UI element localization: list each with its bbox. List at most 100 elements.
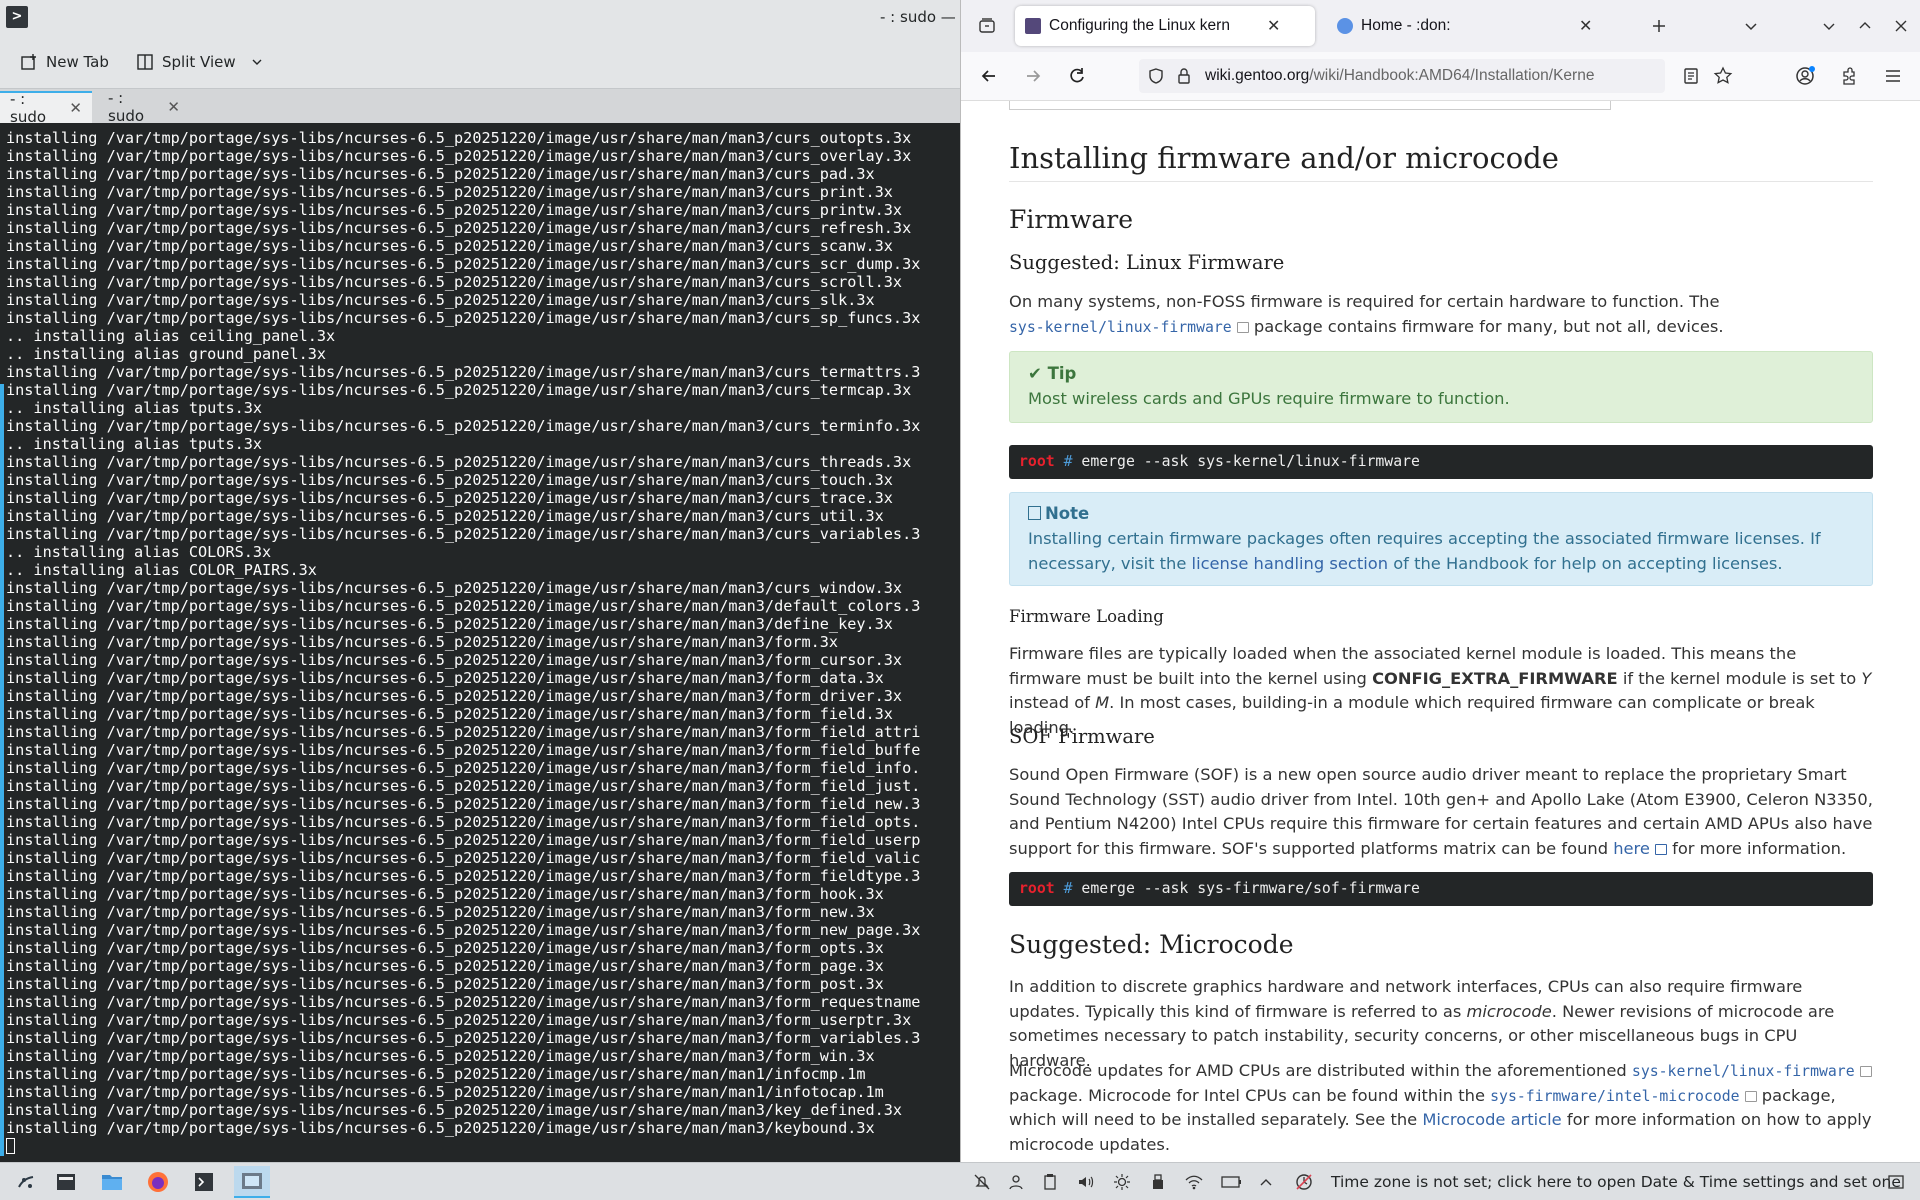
terminal-line: installing /var/tmp/portage/sys-libs/ncu… bbox=[6, 1029, 921, 1047]
hamburger-menu-icon[interactable] bbox=[1879, 62, 1907, 90]
here-link[interactable]: here bbox=[1613, 839, 1650, 858]
brightness-icon[interactable] bbox=[1108, 1168, 1136, 1196]
list-tabs-icon[interactable] bbox=[1737, 12, 1765, 40]
battery-icon[interactable] bbox=[1218, 1168, 1246, 1196]
terminal-output[interactable]: installing /var/tmp/portage/sys-libs/ncu… bbox=[0, 124, 960, 1162]
network-wifi-icon[interactable] bbox=[1180, 1168, 1208, 1196]
heading-firmware: Firmware bbox=[1009, 205, 1134, 234]
new-tab-plus-icon[interactable] bbox=[1645, 12, 1673, 40]
prompt-hash: # bbox=[1063, 880, 1073, 897]
extensions-icon[interactable] bbox=[1835, 62, 1863, 90]
package-icon bbox=[1859, 1066, 1872, 1077]
package-icon bbox=[1744, 1090, 1757, 1102]
command-line: root # emerge --ask sys-kernel/linux-fir… bbox=[1019, 453, 1420, 470]
text: microcode bbox=[1466, 1001, 1552, 1021]
package-link[interactable]: sys-firmware/intel-microcode bbox=[1490, 1088, 1739, 1105]
browser-tab-gentoo[interactable]: Configuring the Linux kern ✕ bbox=[1015, 6, 1315, 46]
taskbar: Time zone is not set; click here to open… bbox=[0, 1162, 1920, 1200]
terminal-line: installing /var/tmp/portage/sys-libs/ncu… bbox=[6, 273, 903, 291]
url-bar[interactable]: wiki.gentoo.org/wiki/Handbook:AMD64/Inst… bbox=[1139, 59, 1665, 93]
terminal-line: installing /var/tmp/portage/sys-libs/ncu… bbox=[6, 1011, 912, 1029]
new-tab-icon bbox=[21, 54, 36, 70]
terminal-line: installing /var/tmp/portage/sys-libs/ncu… bbox=[6, 255, 921, 273]
file-manager-icon[interactable] bbox=[98, 1168, 126, 1196]
heading-linux-firmware: Suggested: Linux Firmware bbox=[1009, 251, 1285, 274]
terminal-line: installing /var/tmp/portage/sys-libs/ncu… bbox=[6, 993, 921, 1011]
app-launcher-icon[interactable] bbox=[12, 1168, 40, 1196]
lock-icon[interactable] bbox=[1175, 67, 1193, 85]
show-desktop-icon[interactable] bbox=[1882, 1168, 1910, 1196]
paragraph-microcode-2: Microcode updates for AMD CPUs are distr… bbox=[1009, 1059, 1873, 1157]
split-view-icon bbox=[137, 54, 153, 70]
tip-title-text: Tip bbox=[1047, 364, 1077, 383]
license-handling-link[interactable]: license handling section bbox=[1192, 554, 1388, 573]
reload-icon[interactable] bbox=[1063, 62, 1091, 90]
volume-icon[interactable] bbox=[1072, 1168, 1100, 1196]
heading-firmware-microcode: Installing firmware and/or microcode bbox=[1009, 141, 1559, 175]
close-icon[interactable]: ✕ bbox=[167, 98, 180, 116]
terminal-line: installing /var/tmp/portage/sys-libs/ncu… bbox=[6, 885, 884, 903]
text: instead of bbox=[1009, 693, 1096, 712]
config-option: CONFIG_EXTRA_FIRMWARE bbox=[1372, 668, 1618, 688]
terminal-line: installing /var/tmp/portage/sys-libs/ncu… bbox=[6, 1119, 875, 1137]
system-monitor-icon[interactable] bbox=[52, 1168, 80, 1196]
konsole-tab-label: - : sudo bbox=[10, 90, 47, 126]
package-link[interactable]: sys-kernel/linux-firmware bbox=[1009, 319, 1232, 336]
terminal-line: .. installing alias tputs.3x bbox=[6, 435, 263, 453]
tab-title: Configuring the Linux kern bbox=[1049, 17, 1230, 34]
firefox-view-icon[interactable] bbox=[973, 12, 1001, 40]
terminal-line: installing /var/tmp/portage/sys-libs/ncu… bbox=[6, 453, 912, 471]
minimize-icon[interactable] bbox=[1815, 12, 1843, 40]
command-box[interactable]: root # emerge --ask sys-kernel/linux-fir… bbox=[1009, 445, 1873, 479]
forward-icon[interactable] bbox=[1019, 62, 1047, 90]
show-hidden-icons-chevron-icon[interactable] bbox=[1252, 1168, 1280, 1196]
terminal-line: installing /var/tmp/portage/sys-libs/ncu… bbox=[6, 363, 921, 381]
split-view-button[interactable]: Split View bbox=[136, 48, 264, 76]
terminal-line: installing /var/tmp/portage/sys-libs/ncu… bbox=[6, 183, 893, 201]
package-link[interactable]: sys-kernel/linux-firmware bbox=[1632, 1063, 1855, 1080]
terminal-line: installing /var/tmp/portage/sys-libs/ncu… bbox=[6, 219, 912, 237]
window-close-icon[interactable] bbox=[1887, 12, 1915, 40]
terminal-line: installing /var/tmp/portage/sys-libs/ncu… bbox=[6, 921, 921, 939]
close-icon[interactable]: ✕ bbox=[1579, 16, 1592, 36]
terminal-text: installing /var/tmp/portage/sys-libs/ncu… bbox=[0, 124, 960, 1137]
maximize-icon[interactable] bbox=[1851, 12, 1879, 40]
shield-icon[interactable] bbox=[1147, 67, 1165, 85]
account-icon[interactable] bbox=[1791, 62, 1819, 90]
gentoo-favicon-icon bbox=[1025, 18, 1041, 34]
heading-microcode: Suggested: Microcode bbox=[1009, 930, 1294, 959]
reader-view-icon[interactable] bbox=[1677, 62, 1705, 90]
konsole-tab-2[interactable]: - : sudo ✕ bbox=[98, 89, 190, 125]
terminal-line: installing /var/tmp/portage/sys-libs/ncu… bbox=[6, 1047, 875, 1065]
prompt-hash: # bbox=[1063, 453, 1073, 470]
notifications-muted-icon[interactable] bbox=[968, 1168, 996, 1196]
back-icon[interactable] bbox=[975, 62, 1003, 90]
text: package. Microcode for Intel CPUs can be… bbox=[1009, 1085, 1491, 1105]
close-icon[interactable]: ✕ bbox=[69, 99, 82, 117]
command-box[interactable]: root # emerge --ask sys-firmware/sof-fir… bbox=[1009, 872, 1873, 906]
clipboard-icon[interactable] bbox=[1036, 1168, 1064, 1196]
page-content[interactable]: Installing firmware and/or microcode Fir… bbox=[961, 101, 1920, 1162]
check-circle-icon: ✔ bbox=[1028, 364, 1048, 383]
usb-device-icon[interactable] bbox=[1144, 1168, 1172, 1196]
konsole-tab-1[interactable]: - : sudo ✕ bbox=[0, 90, 92, 126]
clock-warning-icon[interactable] bbox=[1290, 1168, 1318, 1196]
new-tab-button[interactable]: New Tab bbox=[20, 48, 109, 76]
konsole-icon[interactable] bbox=[190, 1168, 218, 1196]
browser-tab-mastodon[interactable]: Home - :don: ✕ bbox=[1327, 6, 1627, 46]
terminal-line: installing /var/tmp/portage/sys-libs/ncu… bbox=[6, 939, 884, 957]
timezone-notice[interactable]: Time zone is not set; click here to open… bbox=[1331, 1173, 1901, 1191]
active-window-task[interactable] bbox=[234, 1166, 270, 1198]
konsole-tab-label: - : sudo bbox=[108, 89, 145, 125]
close-icon[interactable]: ✕ bbox=[1267, 16, 1280, 36]
terminal-line: installing /var/tmp/portage/sys-libs/ncu… bbox=[6, 723, 921, 741]
command-text: emerge --ask sys-firmware/sof-firmware bbox=[1081, 880, 1420, 897]
konsole-titlebar[interactable]: > - : sudo — bbox=[0, 0, 960, 36]
firefox-icon[interactable] bbox=[144, 1168, 172, 1196]
user-icon[interactable] bbox=[1002, 1168, 1030, 1196]
terminal-line: installing /var/tmp/portage/sys-libs/ncu… bbox=[6, 813, 921, 831]
bookmark-star-icon[interactable] bbox=[1709, 62, 1737, 90]
text: Microcode updates for AMD CPUs are distr… bbox=[1009, 1061, 1632, 1080]
terminal-line: installing /var/tmp/portage/sys-libs/ncu… bbox=[6, 165, 875, 183]
microcode-article-link[interactable]: Microcode article bbox=[1422, 1110, 1561, 1129]
